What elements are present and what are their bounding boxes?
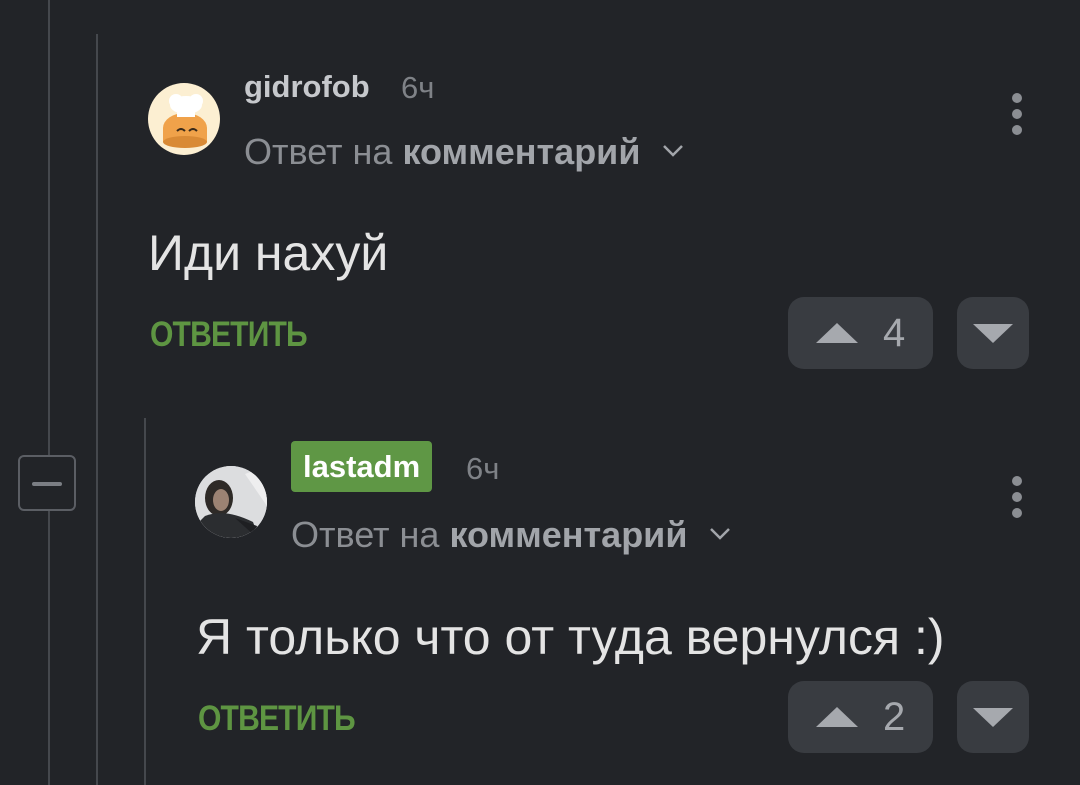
reply-to-prefix: Ответ на (244, 131, 393, 172)
upvote-button[interactable]: 4 (788, 297, 933, 369)
thread-line (144, 418, 146, 785)
collapse-thread-button[interactable] (18, 455, 76, 511)
comment-text: Я только что от туда вернулся :) (196, 609, 945, 665)
triangle-down-icon (973, 324, 1013, 343)
reply-to-link[interactable]: Ответ на комментарий (291, 517, 731, 553)
avatar[interactable] (195, 466, 267, 538)
reply-button[interactable]: ОТВЕТИТЬ (198, 701, 356, 736)
reply-to-target: комментарий (402, 131, 641, 172)
reply-to-link[interactable]: Ответ на комментарий (244, 134, 684, 170)
thread-line (48, 0, 50, 785)
downvote-button[interactable] (957, 297, 1029, 369)
reply-to-prefix: Ответ на (291, 514, 440, 555)
kebab-menu-icon (1012, 93, 1022, 103)
triangle-up-icon (816, 323, 858, 343)
kebab-menu-icon (1012, 109, 1022, 119)
thread-line (96, 34, 98, 785)
downvote-button[interactable] (957, 681, 1029, 753)
kebab-menu-icon (1012, 476, 1022, 486)
upvote-button[interactable]: 2 (788, 681, 933, 753)
comment-text: Иди нахуй (148, 225, 389, 281)
triangle-up-icon (816, 707, 858, 727)
kebab-menu-icon (1012, 125, 1022, 135)
vote-count: 2 (883, 695, 906, 739)
comment-menu-button[interactable] (1011, 93, 1023, 137)
username[interactable]: lastadm (291, 441, 433, 492)
minus-icon (32, 482, 62, 486)
chevron-down-icon (710, 528, 731, 541)
reply-button[interactable]: ОТВЕТИТЬ (150, 317, 308, 352)
comment-time: 6ч (466, 451, 500, 486)
kebab-menu-icon (1012, 492, 1022, 502)
triangle-down-icon (973, 708, 1013, 727)
avatar[interactable] (148, 83, 220, 155)
reply-to-target: комментарий (449, 514, 688, 555)
vote-count: 4 (883, 311, 906, 355)
comment-menu-button[interactable] (1011, 476, 1023, 520)
username[interactable]: gidrofob (244, 71, 370, 102)
kebab-menu-icon (1012, 508, 1022, 518)
comment-time: 6ч (401, 70, 435, 105)
chevron-down-icon (663, 145, 684, 158)
